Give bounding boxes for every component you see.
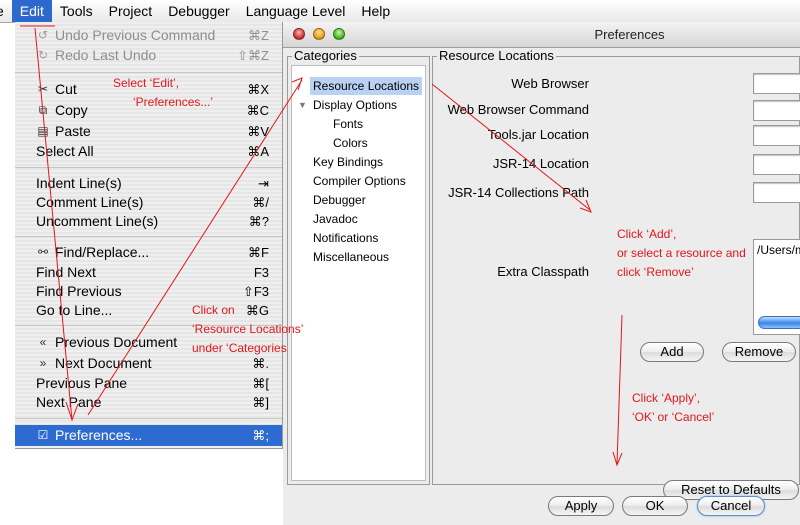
menu-separator xyxy=(15,236,282,237)
menu-item-find-previous[interactable]: Find Previous ⇧F3 xyxy=(15,282,282,301)
annotation-click-add-remove: Click ‘Add’, or select a resource and cl… xyxy=(617,227,746,279)
web-browser-command-field[interactable] xyxy=(753,100,800,121)
undo-icon: ↺ xyxy=(37,28,49,42)
web-browser-label: Web Browser xyxy=(511,76,589,91)
category-javadoc[interactable]: Javadoc xyxy=(310,210,361,228)
category-display-options[interactable]: Display Options xyxy=(310,96,400,114)
web-browser-command-label: Web Browser Command xyxy=(447,102,589,117)
scissors-icon: ✂ xyxy=(37,82,49,96)
menu-edit[interactable]: Edit xyxy=(11,0,52,22)
menu-item-undo[interactable]: ↺ Undo Previous Command ⌘Z xyxy=(15,26,282,45)
horizontal-scrollbar[interactable] xyxy=(758,316,800,329)
category-resource-locations[interactable]: Resource Locations xyxy=(310,77,423,95)
categories-label: Categories xyxy=(292,48,359,64)
category-fonts[interactable]: Fonts xyxy=(330,115,366,133)
annotation-click-resource-locations: Click on ‘Resource Locations’ under ‘Cat… xyxy=(192,303,304,355)
category-debugger[interactable]: Debugger xyxy=(310,191,369,209)
classpath-entry[interactable]: /Users/markfickett/Documents/sc xyxy=(757,243,800,257)
category-miscellaneous[interactable]: Miscellaneous xyxy=(310,248,392,266)
menu-item-redo[interactable]: ↻ Redo Last Undo ⇧⌘Z xyxy=(15,46,282,65)
annotation-click-apply-ok-cancel: Click ‘Apply’, ‘OK’ or ‘Cancel’ xyxy=(632,391,715,424)
double-chevron-left-icon: « xyxy=(39,335,47,349)
menu-item-select-all[interactable]: Select All ⌘A xyxy=(15,142,282,161)
tools-jar-location-label: Tools.jar Location xyxy=(487,127,589,142)
double-chevron-right-icon: » xyxy=(39,356,47,370)
web-browser-field[interactable] xyxy=(753,73,800,94)
categories-group: Categories Resource Locations ▼ Display … xyxy=(287,48,430,485)
menu-debugger[interactable]: Debugger xyxy=(160,0,238,22)
tools-jar-location-field[interactable] xyxy=(753,125,800,146)
remove-button[interactable]: Remove xyxy=(722,342,796,362)
copy-icon: ⧉ xyxy=(38,103,48,117)
expand-triangle-icon[interactable]: ▼ xyxy=(298,100,307,110)
category-colors[interactable]: Colors xyxy=(330,134,371,152)
jsr14-collections-path-label: JSR-14 Collections Path xyxy=(448,185,589,200)
menu-item-indent-lines[interactable]: Indent Line(s) ⇥ xyxy=(15,174,282,193)
jsr14-location-label: JSR-14 Location xyxy=(492,156,589,171)
menu-item-preferences[interactable]: ☑ Preferences... ⌘; xyxy=(15,425,282,446)
jsr14-location-field[interactable] xyxy=(753,154,800,175)
category-key-bindings[interactable]: Key Bindings xyxy=(310,153,386,171)
menu-item-comment-lines[interactable]: Comment Line(s) ⌘/ xyxy=(15,193,282,212)
window-title: Preferences xyxy=(594,27,665,42)
menu-file[interactable]: e xyxy=(0,0,12,22)
category-notifications[interactable]: Notifications xyxy=(310,229,381,247)
add-button[interactable]: Add xyxy=(640,342,704,362)
menu-separator xyxy=(15,72,282,73)
category-compiler-options[interactable]: Compiler Options xyxy=(310,172,409,190)
binoculars-icon: ⚯ xyxy=(37,245,49,259)
extra-classpath-list[interactable]: /Users/markfickett/Documents/sc xyxy=(753,239,800,335)
menu-language-level[interactable]: Language Level xyxy=(238,0,354,22)
menu-item-uncomment-lines[interactable]: Uncomment Line(s) ⌘? xyxy=(15,212,282,231)
menu-item-find-replace[interactable]: ⚯ Find/Replace... ⌘F xyxy=(15,243,282,262)
paste-icon: ▤ xyxy=(37,124,49,138)
menu-item-next-pane[interactable]: Next Pane ⌘] xyxy=(15,393,282,412)
ok-button[interactable]: OK xyxy=(622,496,688,516)
extra-classpath-label: Extra Classpath xyxy=(497,264,589,279)
menu-help[interactable]: Help xyxy=(353,0,398,22)
window-titlebar[interactable]: Preferences xyxy=(283,22,800,48)
resource-locations-label: Resource Locations xyxy=(437,48,556,64)
menu-separator xyxy=(15,418,282,419)
menu-project[interactable]: Project xyxy=(101,0,161,22)
menu-item-find-next[interactable]: Find Next F3 xyxy=(15,263,282,282)
menu-bar: e Edit Tools Project Debugger Language L… xyxy=(0,0,800,23)
jsr14-collections-path-field[interactable] xyxy=(753,182,800,203)
menu-separator xyxy=(15,167,282,168)
cancel-button[interactable]: Cancel xyxy=(697,496,765,516)
redo-icon: ↻ xyxy=(37,48,49,62)
menu-tools[interactable]: Tools xyxy=(52,0,101,22)
preferences-icon: ☑ xyxy=(37,428,49,442)
menu-item-paste[interactable]: ▤ Paste ⌘V xyxy=(15,122,282,141)
apply-button[interactable]: Apply xyxy=(548,496,614,516)
annotation-select-edit: Select ‘Edit’, ‘Preferences...’ xyxy=(113,76,214,109)
menu-item-previous-pane[interactable]: Previous Pane ⌘[ xyxy=(15,374,282,393)
categories-tree: Resource Locations ▼ Display Options Fon… xyxy=(291,65,426,481)
